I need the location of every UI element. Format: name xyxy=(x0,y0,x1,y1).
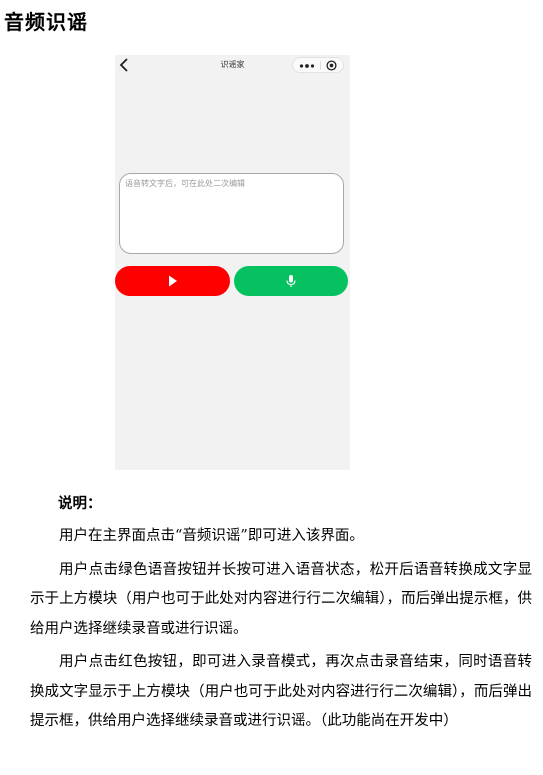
play-icon xyxy=(168,275,177,287)
description-section: 说明： 用户在主界面点击“音频识谣”即可进入该界面。 用户点击绿色语音按钮并长按… xyxy=(30,492,532,741)
microphone-icon xyxy=(286,275,296,287)
document-title: 音频识谣 xyxy=(4,10,88,34)
description-paragraph: 用户点击绿色语音按钮并长按可进入语音状态，松开后语音转换成文字显示于上方模块（用… xyxy=(30,561,532,637)
speech-text-input[interactable] xyxy=(119,173,344,254)
description-title: 说明： xyxy=(58,495,102,512)
description-paragraph: 用户在主界面点击“音频识谣”即可进入该界面。 xyxy=(59,528,364,544)
record-button[interactable] xyxy=(115,266,230,296)
capsule-divider xyxy=(320,61,321,70)
navigation-bar: 识谣家 xyxy=(115,55,350,75)
phone-screen: 识谣家 xyxy=(115,55,350,470)
description-paragraph: 用户点击红色按钮，即可进入录音模式，再次点击录音结束，同时语音转换成文字显示于上… xyxy=(30,654,532,729)
voice-button[interactable] xyxy=(234,266,348,296)
more-dots-icon[interactable] xyxy=(299,64,315,68)
mini-program-capsule xyxy=(292,57,344,73)
target-icon[interactable] xyxy=(326,60,337,71)
